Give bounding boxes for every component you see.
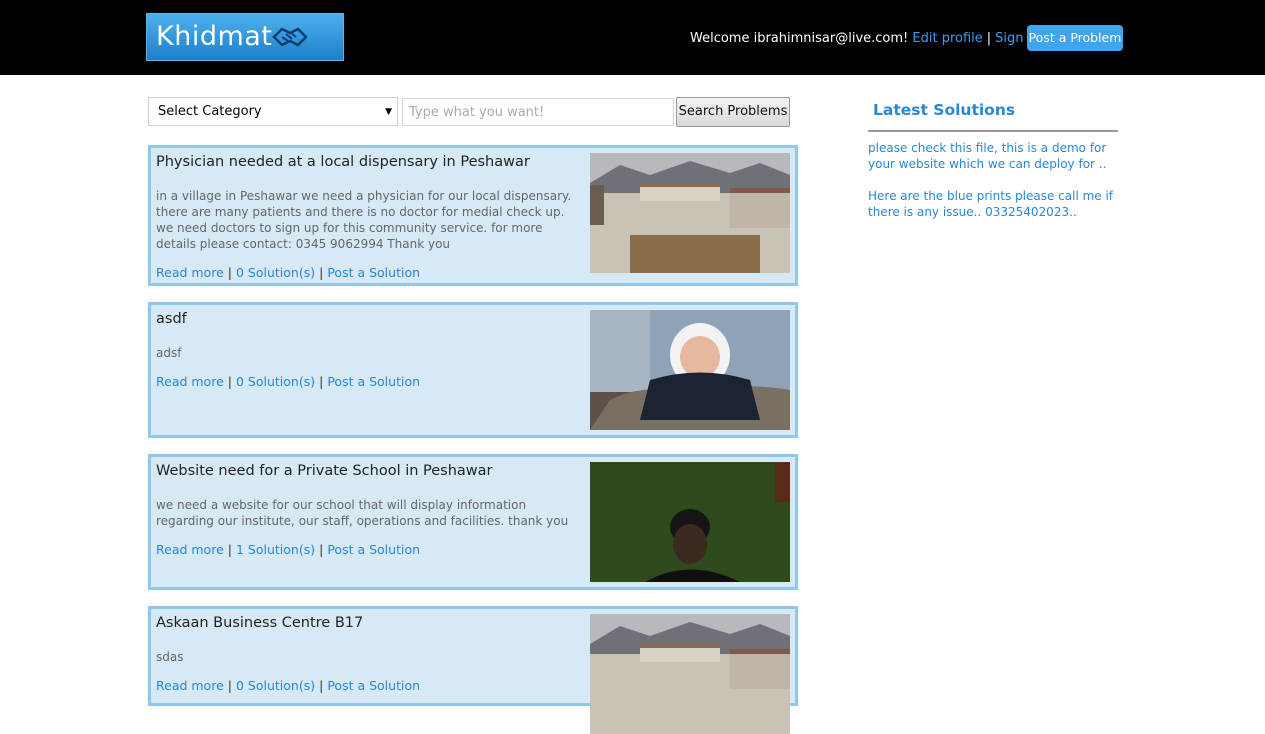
link-separator: | xyxy=(227,374,232,389)
problem-description: in a village in Peshawar we need a physi… xyxy=(156,189,572,251)
problem-description: sdas xyxy=(156,650,184,664)
solution-link[interactable]: Here are the blue prints please call me … xyxy=(868,188,1118,220)
problem-actions: Read more | 0 Solution(s) | Post a Solution xyxy=(156,678,420,693)
handshake-icon xyxy=(272,27,309,47)
problem-title[interactable]: Physician needed at a local dispensary i… xyxy=(156,154,530,170)
link-separator: | xyxy=(319,542,324,557)
solution-link[interactable]: please check this file, this is a demo f… xyxy=(868,140,1118,172)
problem-card: Physician needed at a local dispensary i… xyxy=(148,145,798,286)
link-separator: | xyxy=(319,374,324,389)
sidebar-divider xyxy=(868,130,1118,132)
problem-title[interactable]: asdf xyxy=(156,311,187,327)
problem-description: we need a website for our school that wi… xyxy=(156,498,569,528)
link-separator: | xyxy=(319,265,324,280)
problem-card: Website need for a Private School in Pes… xyxy=(148,454,798,590)
problem-card: Askaan Business Centre B17 sdas Read mor… xyxy=(148,606,798,734)
dropdown-arrow-icon: ▼ xyxy=(385,107,392,117)
post-solution-link[interactable]: Post a Solution xyxy=(327,265,420,280)
read-more-link[interactable]: Read more xyxy=(156,542,224,557)
nav-separator: | xyxy=(986,31,992,46)
problem-photo[interactable] xyxy=(590,153,790,273)
latest-solutions-heading: Latest Solutions xyxy=(873,101,1016,119)
problem-actions: Read more | 1 Solution(s) | Post a Solution xyxy=(156,542,420,557)
problem-photo[interactable] xyxy=(590,614,790,734)
problem-photo[interactable] xyxy=(590,462,790,582)
read-more-link[interactable]: Read more xyxy=(156,265,224,280)
solutions-count-link[interactable]: 1 Solution(s) xyxy=(236,542,315,557)
top-header: Khidmat gar Welcome ibrahimnisar@live.co… xyxy=(0,0,1265,98)
problem-actions: Read more | 0 Solution(s) | Post a Solution xyxy=(156,374,420,389)
category-select[interactable]: Select Category ▼ xyxy=(148,97,398,126)
link-separator: | xyxy=(227,542,232,557)
search-problems-button[interactable]: Search Problems xyxy=(676,97,790,127)
category-selected-value: Select Category xyxy=(158,104,262,119)
link-separator: | xyxy=(227,678,232,693)
problem-title[interactable]: Askaan Business Centre B17 xyxy=(156,615,363,631)
problem-photo[interactable] xyxy=(590,310,790,430)
logo-text-left: Khidmat xyxy=(156,21,273,52)
search-input[interactable]: Type what you want! xyxy=(402,98,674,126)
site-logo[interactable]: Khidmat gar xyxy=(146,13,344,98)
problem-actions: Read more | 0 Solution(s) | Post a Solution xyxy=(156,265,420,280)
post-solution-link[interactable]: Post a Solution xyxy=(327,374,420,389)
problem-title[interactable]: Website need for a Private School in Pes… xyxy=(156,463,493,479)
edit-profile-link[interactable]: Edit profile xyxy=(912,31,982,46)
link-separator: | xyxy=(227,265,232,280)
problem-description: adsf xyxy=(156,346,182,360)
solutions-count-link[interactable]: 0 Solution(s) xyxy=(236,678,315,693)
read-more-link[interactable]: Read more xyxy=(156,678,224,693)
solutions-count-link[interactable]: 0 Solution(s) xyxy=(236,374,315,389)
link-separator: | xyxy=(319,678,324,693)
post-solution-link[interactable]: Post a Solution xyxy=(327,678,420,693)
logo-text-right: gar xyxy=(156,67,203,98)
post-problem-button[interactable]: Post a Problem xyxy=(1027,25,1123,51)
solutions-count-link[interactable]: 0 Solution(s) xyxy=(236,265,315,280)
user-nav: Welcome ibrahimnisar@live.com! Edit prof… xyxy=(690,31,1049,46)
problem-card: asdf adsf Read more | 0 Solution(s) | Post a… xyxy=(148,302,798,438)
welcome-text: Welcome ibrahimnisar@live.com! xyxy=(690,31,909,46)
post-solution-link[interactable]: Post a Solution xyxy=(327,542,420,557)
read-more-link[interactable]: Read more xyxy=(156,374,224,389)
